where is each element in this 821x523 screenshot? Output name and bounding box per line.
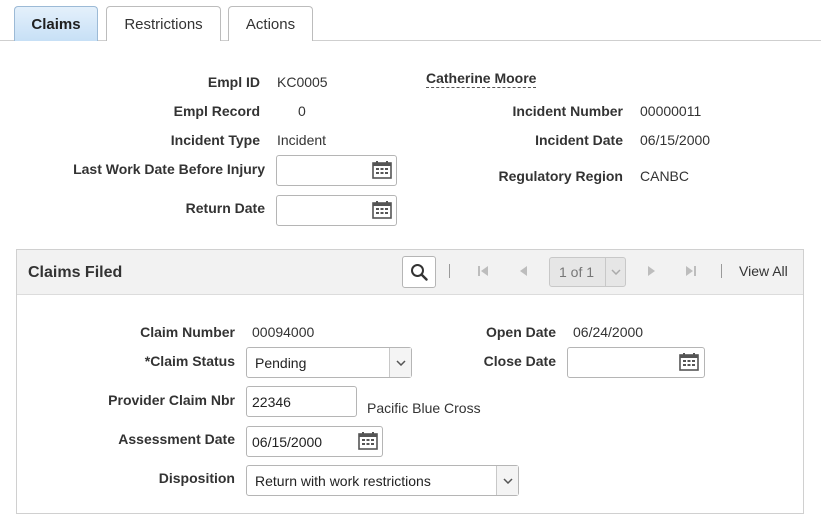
employee-name-link[interactable]: Catherine Moore bbox=[426, 70, 537, 88]
row-selector-dropdown[interactable] bbox=[605, 258, 625, 286]
close-date-label: Close Date bbox=[483, 353, 556, 369]
calendar-icon[interactable] bbox=[358, 432, 378, 450]
claim-status-value: Pending bbox=[255, 354, 307, 371]
claim-number-value: 00094000 bbox=[252, 324, 315, 340]
open-date-value: 06/24/2000 bbox=[573, 324, 644, 340]
incident-number-label: Incident Number bbox=[512, 103, 623, 119]
tab-claims-label: Claims bbox=[31, 15, 81, 33]
empl-id-label: Empl ID bbox=[207, 74, 260, 90]
search-icon bbox=[411, 264, 428, 281]
claim-status-dropdown[interactable] bbox=[389, 348, 411, 377]
last-page-icon[interactable] bbox=[682, 262, 700, 280]
return-date-label: Return Date bbox=[185, 200, 265, 216]
regulatory-region-label: Regulatory Region bbox=[498, 168, 623, 184]
incident-date-label: Incident Date bbox=[535, 132, 623, 148]
tab-actions[interactable]: Actions bbox=[228, 6, 313, 41]
provider-name: Pacific Blue Cross bbox=[367, 400, 481, 416]
calendar-icon[interactable] bbox=[372, 201, 392, 219]
calendar-icon[interactable] bbox=[679, 353, 699, 371]
previous-page-icon[interactable] bbox=[514, 262, 532, 280]
empl-record-value: 0 bbox=[298, 103, 306, 119]
disposition-select[interactable]: Return with work restrictions bbox=[246, 465, 519, 496]
tab-restrictions-label: Restrictions bbox=[124, 15, 203, 33]
provider-claim-input[interactable]: 22346 bbox=[246, 386, 357, 417]
incident-type-value: Incident bbox=[277, 132, 327, 148]
empl-id-value: KC0005 bbox=[277, 74, 328, 90]
assessment-date-value: 06/15/2000 bbox=[252, 433, 323, 450]
claims-filed-header: Claims Filed 1 of 1 View All bbox=[17, 250, 803, 295]
open-date-label: Open Date bbox=[485, 324, 556, 340]
incident-number-value: 00000011 bbox=[640, 103, 702, 119]
row-selector-text: 1 of 1 bbox=[559, 264, 595, 280]
pager-separator bbox=[721, 264, 722, 278]
tab-claims[interactable]: Claims bbox=[14, 6, 98, 41]
chevron-down-icon bbox=[395, 359, 406, 366]
assessment-date-label: Assessment Date bbox=[118, 431, 235, 447]
empl-record-label: Empl Record bbox=[173, 103, 260, 119]
row-selector[interactable]: 1 of 1 bbox=[549, 257, 626, 287]
provider-claim-label: Provider Claim Nbr bbox=[108, 392, 235, 408]
claim-number-label: Claim Number bbox=[140, 324, 235, 340]
last-work-date-label: Last Work Date Before Injury bbox=[73, 161, 265, 177]
pager-separator bbox=[449, 264, 450, 278]
first-page-icon[interactable] bbox=[474, 262, 492, 280]
claim-status-select[interactable]: Pending bbox=[246, 347, 412, 378]
next-page-icon[interactable] bbox=[643, 262, 661, 280]
regulatory-region-value: CANBC bbox=[640, 168, 690, 184]
chevron-down-icon bbox=[502, 477, 513, 484]
provider-claim-value: 22346 bbox=[252, 393, 291, 410]
claims-filed-title: Claims Filed bbox=[28, 264, 123, 281]
view-all-link[interactable]: View All bbox=[739, 263, 788, 279]
claim-status-label: *Claim Status bbox=[144, 353, 235, 369]
disposition-dropdown[interactable] bbox=[496, 466, 518, 495]
disposition-value: Return with work restrictions bbox=[255, 472, 431, 489]
calendar-icon[interactable] bbox=[372, 161, 392, 179]
disposition-label: Disposition bbox=[158, 470, 235, 486]
tab-actions-label: Actions bbox=[245, 15, 296, 33]
find-button[interactable] bbox=[402, 256, 436, 288]
incident-date-value: 06/15/2000 bbox=[640, 132, 711, 148]
tab-restrictions[interactable]: Restrictions bbox=[106, 6, 221, 41]
chevron-down-icon bbox=[610, 269, 621, 275]
incident-type-label: Incident Type bbox=[170, 132, 260, 148]
